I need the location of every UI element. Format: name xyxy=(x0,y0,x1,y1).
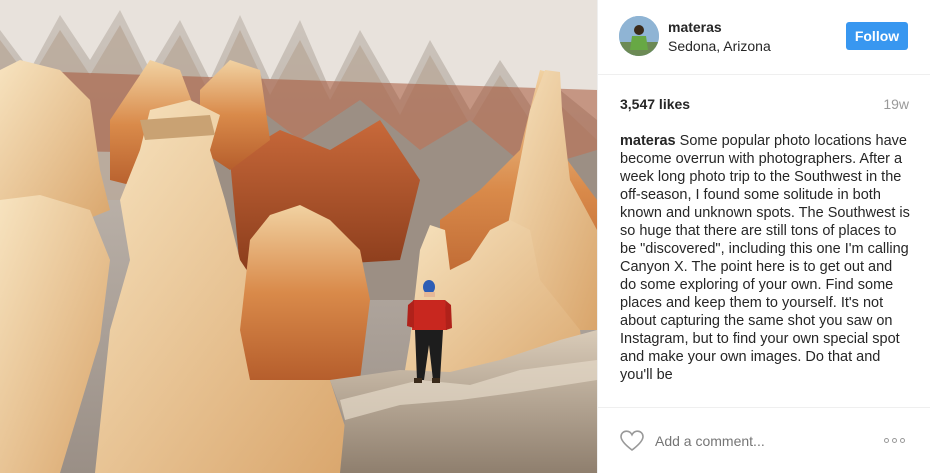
comment-input[interactable] xyxy=(655,433,855,449)
caption-text: Some popular photo locations have become… xyxy=(620,133,910,383)
caption-username[interactable]: materas xyxy=(620,133,676,149)
more-dot xyxy=(900,437,905,443)
heart-icon[interactable] xyxy=(620,430,644,452)
follow-button[interactable]: Follow xyxy=(846,22,908,50)
more-dot xyxy=(884,437,889,443)
avatar[interactable] xyxy=(619,16,659,56)
post-details-panel: materas Sedona, Arizona Follow 3,547 lik… xyxy=(597,0,930,473)
username[interactable]: materas xyxy=(668,19,722,35)
location-link[interactable]: Sedona, Arizona xyxy=(668,38,771,54)
post-photo[interactable] xyxy=(0,0,597,473)
more-dot xyxy=(892,437,897,443)
comment-bar xyxy=(598,407,930,473)
post-age[interactable]: 19w xyxy=(883,96,909,112)
post-header: materas Sedona, Arizona Follow xyxy=(598,0,930,75)
caption: materas Some popular photo locations hav… xyxy=(620,132,912,406)
more-options-icon[interactable] xyxy=(884,434,910,446)
hoodoo-landscape-image xyxy=(0,0,597,473)
likes-count[interactable]: 3,547 likes xyxy=(620,96,690,112)
